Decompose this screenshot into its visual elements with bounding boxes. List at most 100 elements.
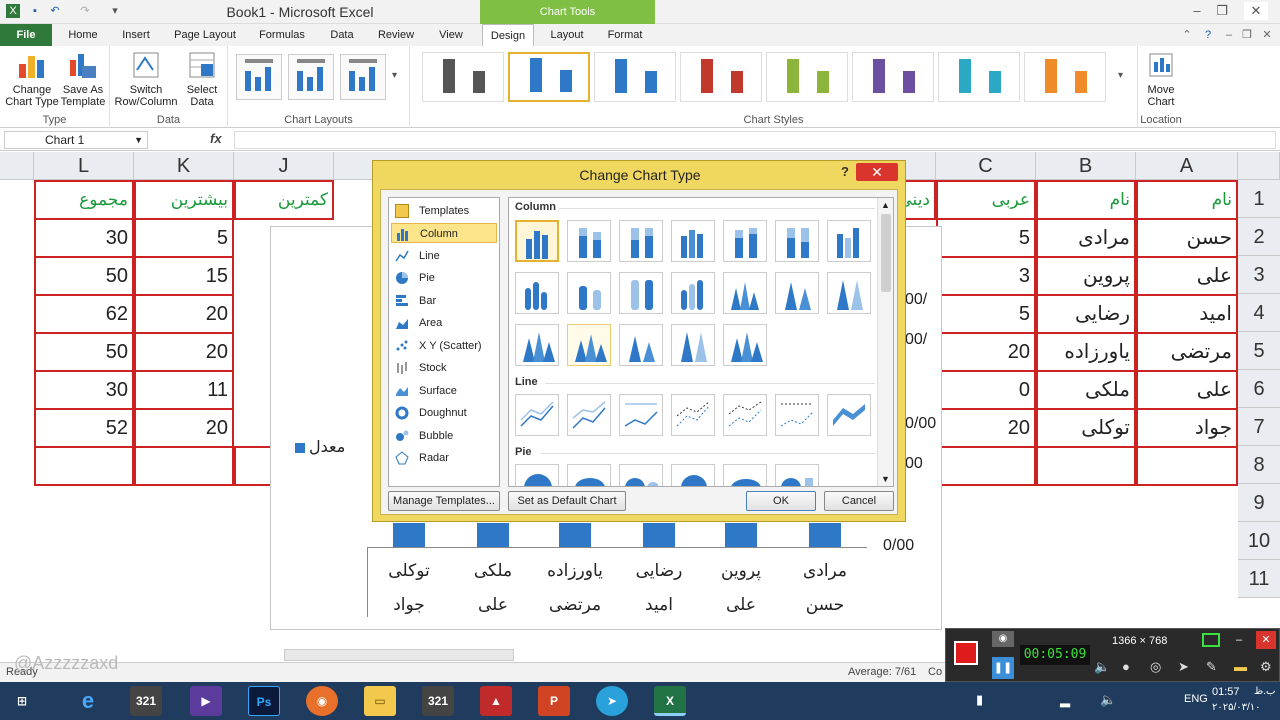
row-header-9[interactable]: 9 xyxy=(1238,484,1280,522)
pie-option[interactable] xyxy=(515,464,559,486)
category-stock[interactable]: Stock xyxy=(391,358,497,378)
stacked-cylinder-option[interactable] xyxy=(567,272,611,314)
line-option[interactable] xyxy=(515,394,559,436)
cell-j1[interactable]: کمترین xyxy=(234,180,334,220)
row-header-10[interactable]: 10 xyxy=(1238,522,1280,560)
row-header-7[interactable]: 7 xyxy=(1238,408,1280,446)
column-header-j[interactable]: J xyxy=(234,152,334,180)
cursor-icon[interactable]: ➤ xyxy=(1178,659,1189,675)
set-default-chart-button[interactable]: Set as Default Chart xyxy=(508,491,626,511)
category-bubble[interactable]: Bubble xyxy=(391,426,497,446)
line-markers-option[interactable] xyxy=(671,394,715,436)
save-as-template-button[interactable]: Save As Template xyxy=(60,50,106,108)
category-templates[interactable]: Templates xyxy=(391,201,497,221)
100-stacked-line-markers-option[interactable] xyxy=(775,394,819,436)
100-stacked-pyramid-option[interactable] xyxy=(671,324,715,366)
scroll-down-icon[interactable]: ▼ xyxy=(881,474,890,484)
row-header-4[interactable]: 4 xyxy=(1238,294,1280,332)
100-stacked-cylinder-option[interactable] xyxy=(619,272,663,314)
excel-taskbar-icon[interactable]: X xyxy=(654,686,686,716)
minimize-button[interactable]: – xyxy=(1185,2,1209,20)
cell-k4[interactable]: 20 xyxy=(134,294,234,334)
3d-clustered-column-option[interactable] xyxy=(671,220,715,262)
category-radar[interactable]: Radar xyxy=(391,448,497,468)
exploded-pie-option[interactable] xyxy=(671,464,715,486)
recorder-close-icon[interactable]: ✕ xyxy=(1256,631,1276,649)
switch-row-column-button[interactable]: Switch Row/Column xyxy=(114,50,178,108)
stacked-pyramid-option[interactable] xyxy=(619,324,663,366)
cell-l6[interactable]: 30 xyxy=(34,370,134,410)
clustered-cone-option[interactable] xyxy=(723,272,767,314)
acrobat-icon[interactable]: ▲ xyxy=(480,686,512,716)
scroll-thumb[interactable] xyxy=(881,214,891,292)
3d-pyramid-option[interactable] xyxy=(723,324,767,366)
cell-k6[interactable]: 11 xyxy=(134,370,234,410)
stacked-line-markers-option[interactable] xyxy=(723,394,767,436)
cell-l4[interactable]: 62 xyxy=(34,294,134,334)
chart-style-8[interactable] xyxy=(1024,52,1106,102)
category-column[interactable]: Column xyxy=(391,223,497,243)
volume-icon[interactable]: 🔈 xyxy=(1100,692,1116,708)
cell-a5[interactable]: مرتضی xyxy=(1136,332,1238,372)
chart-layout-2[interactable] xyxy=(288,54,334,100)
media-player-icon[interactable]: 321 xyxy=(130,686,162,716)
3d-stacked-column-option[interactable] xyxy=(723,220,767,262)
cell-b2[interactable]: مرادی xyxy=(1036,218,1136,258)
move-chart-button[interactable]: Move Chart xyxy=(1140,50,1182,108)
column-header-c[interactable]: C xyxy=(936,152,1036,180)
formula-input[interactable] xyxy=(234,131,1276,149)
tab-format[interactable]: Format xyxy=(600,24,650,46)
tab-view[interactable]: View xyxy=(432,24,470,46)
cell-c3[interactable]: 3 xyxy=(936,256,1036,296)
column-header-k[interactable]: K xyxy=(134,152,234,180)
cell-l5[interactable]: 50 xyxy=(34,332,134,372)
doc-minimize-icon[interactable]: – xyxy=(1222,24,1236,46)
change-chart-type-button[interactable]: Change Chart Type xyxy=(4,50,60,108)
cell-k5[interactable]: 20 xyxy=(134,332,234,372)
cell-l7[interactable]: 52 xyxy=(34,408,134,448)
ok-button[interactable]: OK xyxy=(746,491,816,511)
name-box[interactable]: Chart 1 ▼ xyxy=(4,131,148,149)
cell-c4[interactable]: 5 xyxy=(936,294,1036,334)
photoshop-icon[interactable]: Ps xyxy=(248,686,280,716)
cell-c8[interactable] xyxy=(936,446,1036,486)
file-explorer-icon[interactable]: ▭ xyxy=(364,686,396,716)
tab-review[interactable]: Review xyxy=(372,24,420,46)
pie-of-pie-option[interactable] xyxy=(619,464,663,486)
doc-restore-icon[interactable]: ❐ xyxy=(1240,24,1254,46)
help-icon[interactable]: ? xyxy=(1200,24,1216,46)
ribbon-collapse-icon[interactable]: ⌃ xyxy=(1180,24,1194,46)
chart-style-1[interactable] xyxy=(422,52,504,102)
pause-icon[interactable]: ❚❚ xyxy=(992,657,1014,679)
3d-exploded-pie-option[interactable] xyxy=(723,464,767,486)
cell-l3[interactable]: 50 xyxy=(34,256,134,296)
3d-pie-option[interactable] xyxy=(567,464,611,486)
folder-icon[interactable]: ▬ xyxy=(1234,659,1247,674)
100-stacked-cone-option[interactable] xyxy=(827,272,871,314)
speaker-icon[interactable]: 🔈 xyxy=(1094,659,1110,675)
clock-date[interactable]: ۲۰۲۵/۰۳/۱۰ xyxy=(1212,702,1261,713)
tab-file[interactable]: File xyxy=(0,24,52,46)
cell-k1[interactable]: بیشترین xyxy=(134,180,234,220)
stacked-cone-option[interactable] xyxy=(775,272,819,314)
manage-templates-button[interactable]: Manage Templates... xyxy=(388,491,500,511)
chart-style-3[interactable] xyxy=(594,52,676,102)
visual-studio-icon[interactable]: ▶ xyxy=(190,686,222,716)
stacked-column-option[interactable] xyxy=(567,220,611,262)
cell-c5[interactable]: 20 xyxy=(936,332,1036,372)
bar-of-pie-option[interactable] xyxy=(775,464,819,486)
cell-c7[interactable]: 20 xyxy=(936,408,1036,448)
tab-data[interactable]: Data xyxy=(324,24,360,46)
restore-button[interactable]: ❐ xyxy=(1210,2,1234,20)
cell-c1[interactable]: عربی xyxy=(936,180,1036,220)
clustered-cylinder-option[interactable] xyxy=(515,272,559,314)
chart-layout-1[interactable] xyxy=(236,54,282,100)
cell-b4[interactable]: رضایی xyxy=(1036,294,1136,334)
cell-l8[interactable] xyxy=(34,446,134,486)
tab-formulas[interactable]: Formulas xyxy=(252,24,312,46)
cell-a2[interactable]: حسن xyxy=(1136,218,1238,258)
cell-b8[interactable] xyxy=(1036,446,1136,486)
camera-icon[interactable]: ◉ xyxy=(992,631,1014,647)
clock-time[interactable]: 01:57 xyxy=(1212,686,1240,698)
cell-k2[interactable]: 5 xyxy=(134,218,234,258)
